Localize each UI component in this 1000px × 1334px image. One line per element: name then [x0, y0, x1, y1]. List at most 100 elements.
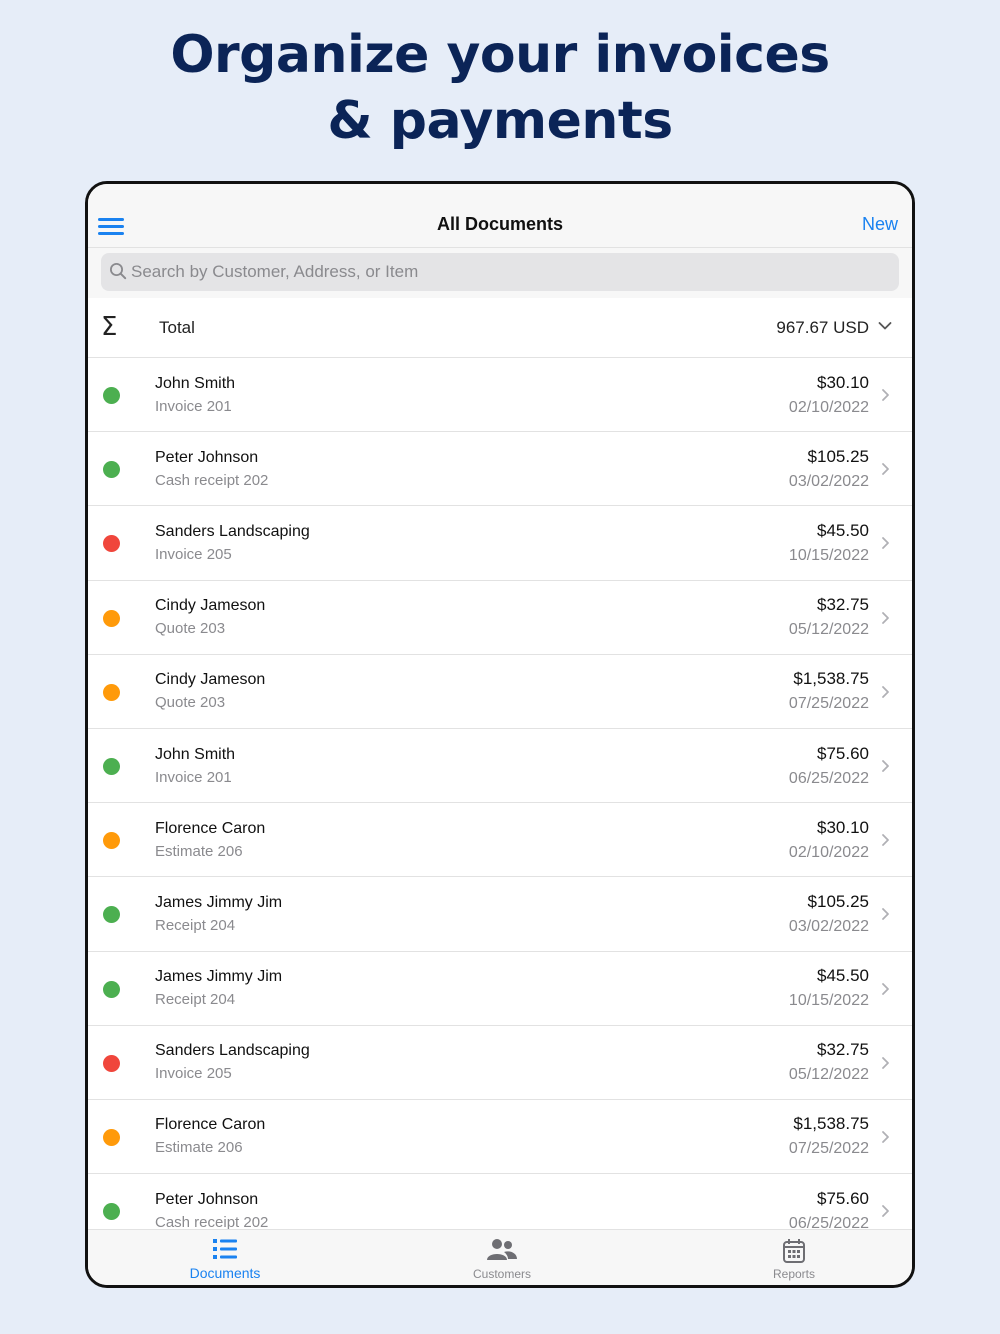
navigation-bar: All Documents New [88, 184, 912, 248]
document-number: Quote 203 [155, 620, 226, 638]
status-dot-icon [103, 1054, 120, 1072]
document-info: Cindy Jameson Quote 203 [155, 581, 355, 654]
chevron-right-icon [882, 760, 889, 772]
status-dot-icon [103, 535, 120, 553]
total-label: Total [159, 318, 195, 337]
chevron-right-icon [882, 1056, 889, 1069]
document-amount: $75.60 [817, 1188, 869, 1208]
tab-label: Customers [472, 1267, 531, 1281]
document-row[interactable]: Cindy Jameson Quote 203 $1,538.75 07/25/202… [88, 655, 912, 729]
document-row[interactable]: Peter Johnson Cash receipt 202 $75.60 06/25… [88, 1174, 912, 1232]
document-info: James Jimmy Jim Receipt 204 [155, 952, 355, 1025]
document-row[interactable]: Sanders Landscaping Invoice 205 $45.50 10/1… [88, 506, 912, 581]
status-dot-icon [103, 1128, 120, 1146]
page-headline: Organize your invoices & payments [0, 22, 1000, 154]
document-date: 03/02/2022 [788, 917, 869, 935]
tab-reports[interactable]: Reports [724, 1230, 864, 1285]
page-title: All Documents [436, 214, 564, 234]
chevron-right-icon [882, 463, 889, 476]
document-number: Estimate 206 [155, 1139, 243, 1157]
document-row[interactable]: John Smith Invoice 201 $75.60 06/25/2022 [88, 729, 912, 804]
chevron-down-icon[interactable] [878, 321, 892, 331]
customer-name: James Jimmy Jim [155, 968, 283, 986]
status-dot-icon [103, 906, 120, 924]
tab-customers[interactable]: Customers [432, 1230, 572, 1285]
tab-label: Documents [189, 1265, 261, 1281]
tab-label: Reports [772, 1267, 816, 1281]
document-amount: $45.50 [817, 966, 869, 986]
document-info: John Smith Invoice 201 [155, 358, 355, 431]
status-dot-icon [103, 609, 120, 627]
document-row[interactable]: Cindy Jameson Quote 203 $32.75 05/12/2022 [88, 581, 912, 655]
document-amount: $105.25 [807, 891, 869, 911]
calendar-icon [783, 1239, 805, 1263]
document-number: Invoice 205 [155, 545, 232, 563]
document-amount-info: $30.10 02/10/2022 [789, 358, 869, 431]
document-amount: $45.50 [817, 520, 869, 540]
document-amount-info: $1,538.75 07/25/2022 [789, 655, 869, 728]
document-info: Peter Johnson Cash receipt 202 [155, 1174, 355, 1232]
document-date: 10/15/2022 [788, 992, 869, 1010]
search-bar [88, 248, 912, 298]
sigma-icon: Σ [101, 312, 118, 342]
document-info: Florence Caron Estimate 206 [155, 1100, 355, 1173]
customer-name: Cindy Jameson [155, 597, 266, 615]
document-info: Florence Caron Estimate 206 [155, 803, 355, 876]
document-row[interactable]: James Jimmy Jim Receipt 204 $45.50 10/15/20… [88, 952, 912, 1026]
customer-name: John Smith [155, 745, 236, 763]
document-row[interactable]: Florence Caron Estimate 206 $30.10 02/10/20… [88, 803, 912, 878]
document-row[interactable]: Sanders Landscaping Invoice 205 $32.75 05/1… [88, 1026, 912, 1100]
customer-name: James Jimmy Jim [155, 893, 283, 911]
chevron-right-icon [882, 908, 889, 921]
status-dot-icon [103, 980, 120, 998]
chevron-right-icon [882, 537, 889, 550]
document-number: Receipt 204 [155, 991, 236, 1009]
new-document-button[interactable]: New [862, 214, 898, 235]
document-amount: $30.10 [817, 372, 869, 392]
document-row[interactable]: James Jimmy Jim Receipt 204 $105.25 03/02/2… [88, 877, 912, 952]
customer-name: Florence Caron [155, 1116, 266, 1134]
document-row[interactable]: Florence Caron Estimate 206 $1,538.75 07/25… [88, 1100, 912, 1175]
document-amount: $32.75 [817, 1040, 869, 1060]
customer-name: Peter Johnson [155, 448, 259, 466]
total-summary-row[interactable]: Σ Total 967.67 USD [88, 298, 912, 358]
document-date: 02/10/2022 [788, 398, 869, 416]
document-date: 05/12/2022 [788, 621, 869, 639]
search-input[interactable] [131, 253, 889, 291]
document-amount-info: $45.50 10/15/2022 [789, 506, 869, 579]
chevron-right-icon [882, 834, 889, 847]
document-info: Sanders Landscaping Invoice 205 [155, 506, 355, 579]
list-icon [213, 1239, 237, 1259]
document-row[interactable]: Peter Johnson Cash receipt 202 $105.25 03/0… [88, 432, 912, 507]
document-date: 05/12/2022 [788, 1066, 869, 1084]
people-icon [487, 1239, 517, 1260]
tab-bar: Documents Customers Reports [88, 1229, 912, 1285]
document-number: Invoice 201 [155, 768, 232, 786]
headline-line-2: & payments [327, 91, 673, 151]
document-amount-info: $32.75 05/12/2022 [789, 581, 869, 654]
document-info: James Jimmy Jim Receipt 204 [155, 877, 355, 950]
status-dot-icon [103, 683, 120, 701]
chevron-right-icon [882, 389, 889, 401]
document-date: 06/25/2022 [788, 769, 869, 787]
document-row[interactable]: John Smith Invoice 201 $30.10 02/10/2022 [88, 358, 912, 433]
document-date: 10/15/2022 [788, 546, 869, 564]
document-amount: $1,538.75 [793, 1114, 869, 1134]
document-amount-info: $105.25 03/02/2022 [789, 432, 869, 505]
document-number: Invoice 205 [155, 1065, 232, 1083]
document-date: 03/02/2022 [788, 472, 869, 490]
tab-documents[interactable]: Documents [155, 1230, 295, 1285]
document-amount-info: $32.75 05/12/2022 [789, 1026, 869, 1099]
document-number: Estimate 206 [155, 842, 243, 860]
document-info: Cindy Jameson Quote 203 [155, 655, 355, 728]
document-amount: $75.60 [817, 743, 869, 763]
status-dot-icon [103, 757, 120, 775]
document-amount-info: $1,538.75 07/25/2022 [789, 1100, 869, 1173]
status-dot-icon [103, 832, 120, 850]
search-field[interactable] [101, 253, 899, 291]
headline-line-1: Organize your invoices [170, 25, 830, 85]
document-number: Invoice 201 [155, 397, 232, 415]
document-amount: $1,538.75 [793, 669, 869, 689]
customer-name: Sanders Landscaping [155, 522, 310, 540]
customer-name: Peter Johnson [155, 1190, 259, 1208]
